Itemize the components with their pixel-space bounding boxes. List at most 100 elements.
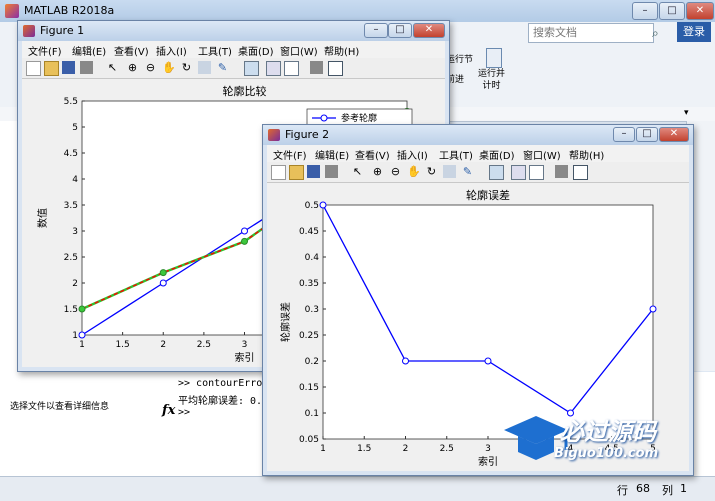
- figure-1-menu-desktop[interactable]: 桌面(D): [238, 43, 274, 58]
- figure-icon: [23, 25, 35, 37]
- figure-1-menu-insert[interactable]: 插入(I): [156, 43, 187, 58]
- legend-icon[interactable]: [284, 61, 299, 76]
- run-section-button[interactable]: 运行节: [446, 52, 473, 65]
- run-time-button[interactable]: 运行并 计时: [478, 68, 505, 92]
- data-cursor-icon[interactable]: [443, 165, 456, 178]
- figure-2-close-button[interactable]: ✕: [659, 127, 689, 142]
- figure-2-menu-view[interactable]: 查看(V): [355, 147, 390, 162]
- legend-label: 参考轮廓: [341, 112, 377, 124]
- search-icon[interactable]: ⌕: [652, 26, 659, 41]
- data-cursor-icon[interactable]: [198, 61, 211, 74]
- y-tick-label: 3: [72, 227, 78, 237]
- pointer-icon[interactable]: ↖: [351, 165, 364, 178]
- show-tools-icon[interactable]: [573, 165, 588, 180]
- figure-2-maximize-button[interactable]: □: [636, 127, 658, 142]
- figure-1-close-button[interactable]: ✕: [413, 23, 445, 38]
- close-button[interactable]: ✕: [686, 2, 714, 20]
- y-axis-label: 轮廓误差: [279, 302, 292, 342]
- data-point: [78, 331, 86, 339]
- new-figure-icon[interactable]: [271, 165, 286, 180]
- zoom-out-icon[interactable]: ⊖: [389, 165, 402, 178]
- figure-2-minimize-button[interactable]: –: [613, 127, 635, 142]
- show-tools-icon[interactable]: [328, 61, 343, 76]
- chart-title: 轮廓误差: [466, 188, 510, 202]
- pan-icon[interactable]: ✋: [162, 61, 176, 74]
- colorbar-icon[interactable]: [511, 165, 526, 180]
- data-point: [402, 357, 409, 365]
- figure-2-menu-tools[interactable]: 工具(T): [439, 147, 473, 162]
- x-tick-label: 2.5: [197, 340, 211, 350]
- figure-1-menu-help[interactable]: 帮助(H): [324, 43, 359, 58]
- run-time-icon: [486, 48, 502, 68]
- x-tick-label: 1.5: [115, 340, 129, 350]
- print-icon[interactable]: [325, 165, 338, 178]
- y-tick-label: 0.3: [305, 305, 319, 315]
- zoom-out-icon[interactable]: ⊖: [144, 61, 157, 74]
- pan-icon[interactable]: ✋: [407, 165, 421, 178]
- link-plot-icon[interactable]: [244, 61, 259, 76]
- search-input[interactable]: 搜索文档: [528, 23, 654, 43]
- brush-icon[interactable]: ✎: [216, 61, 229, 74]
- legend-icon[interactable]: [529, 165, 544, 180]
- zoom-in-icon[interactable]: ⊕: [371, 165, 384, 178]
- minimize-button[interactable]: –: [632, 2, 658, 20]
- figure-2-title: Figure 2: [285, 128, 330, 141]
- y-tick-label: 0.4: [305, 253, 320, 263]
- y-tick-label: 0.25: [299, 331, 319, 341]
- figure-1-menu-window[interactable]: 窗口(W): [280, 43, 318, 58]
- maximize-button[interactable]: □: [659, 2, 685, 20]
- legend-marker: [320, 114, 328, 122]
- status-bar: 行 68 列 1: [0, 476, 715, 501]
- login-button[interactable]: 登录: [677, 22, 711, 42]
- x-axis-label: 索引: [478, 455, 498, 468]
- hide-tools-icon[interactable]: [555, 165, 568, 178]
- print-icon[interactable]: [80, 61, 93, 74]
- hide-tools-icon[interactable]: [310, 61, 323, 74]
- cmd-prompt[interactable]: >>: [178, 407, 190, 418]
- figure-2-menu-desktop[interactable]: 桌面(D): [479, 147, 515, 162]
- y-axis-label: 数值: [36, 208, 49, 228]
- link-plot-icon[interactable]: [489, 165, 504, 180]
- pointer-icon[interactable]: ↖: [106, 61, 119, 74]
- figure-1-menu-edit[interactable]: 编辑(E): [72, 43, 106, 58]
- x-tick-label: 1: [79, 340, 85, 350]
- fx-icon: fx: [162, 403, 176, 418]
- chart-title: 轮廓比较: [223, 84, 267, 98]
- figure-2-menu-help[interactable]: 帮助(H): [569, 147, 604, 162]
- rotate-icon[interactable]: ↻: [425, 165, 438, 178]
- figure-1-menu-tools[interactable]: 工具(T): [198, 43, 232, 58]
- figure-2-menu-insert[interactable]: 插入(I): [397, 147, 428, 162]
- rotate-icon[interactable]: ↻: [180, 61, 193, 74]
- figure-2-menu-file[interactable]: 文件(F): [273, 147, 307, 162]
- figure-1-menu-file[interactable]: 文件(F): [28, 43, 62, 58]
- figure-1-minimize-button[interactable]: –: [364, 23, 388, 38]
- status-row-value: 68: [636, 482, 650, 495]
- figure-1-menu-view[interactable]: 查看(V): [114, 43, 149, 58]
- open-file-icon[interactable]: [289, 165, 304, 180]
- figure-icon: [268, 129, 280, 141]
- zoom-in-icon[interactable]: ⊕: [126, 61, 139, 74]
- brush-icon[interactable]: ✎: [461, 165, 474, 178]
- open-file-icon[interactable]: [44, 61, 59, 76]
- x-tick-label: 2: [403, 444, 409, 454]
- watermark-text: 必过源码: [560, 418, 656, 446]
- save-icon[interactable]: [62, 61, 75, 74]
- x-tick-label: 2.5: [440, 444, 454, 454]
- y-tick-label: 5: [72, 123, 78, 133]
- matlab-logo-icon: [5, 4, 19, 18]
- watermark-url: Biguo100.com: [554, 446, 659, 461]
- colorbar-icon[interactable]: [266, 61, 281, 76]
- x-tick-label: 3: [242, 340, 248, 350]
- figure-1-maximize-button[interactable]: □: [388, 23, 412, 38]
- figure-2-menu-window[interactable]: 窗口(W): [523, 147, 561, 162]
- new-figure-icon[interactable]: [26, 61, 41, 76]
- figure-1-menubar: 文件(F) 编辑(E) 查看(V) 插入(I) 工具(T) 桌面(D) 窗口(W…: [22, 41, 445, 58]
- save-icon[interactable]: [307, 165, 320, 178]
- figure-1-title-bar: Figure 1 – □ ✕: [18, 21, 449, 41]
- y-tick-label: 0.5: [305, 201, 319, 211]
- figure-2-menu-edit[interactable]: 编辑(E): [315, 147, 349, 162]
- status-row-label: 行: [617, 484, 628, 497]
- path-dropdown-icon[interactable]: ▾: [684, 108, 689, 118]
- x-tick-label: 3: [485, 444, 491, 454]
- y-tick-label: 0.15: [299, 383, 319, 393]
